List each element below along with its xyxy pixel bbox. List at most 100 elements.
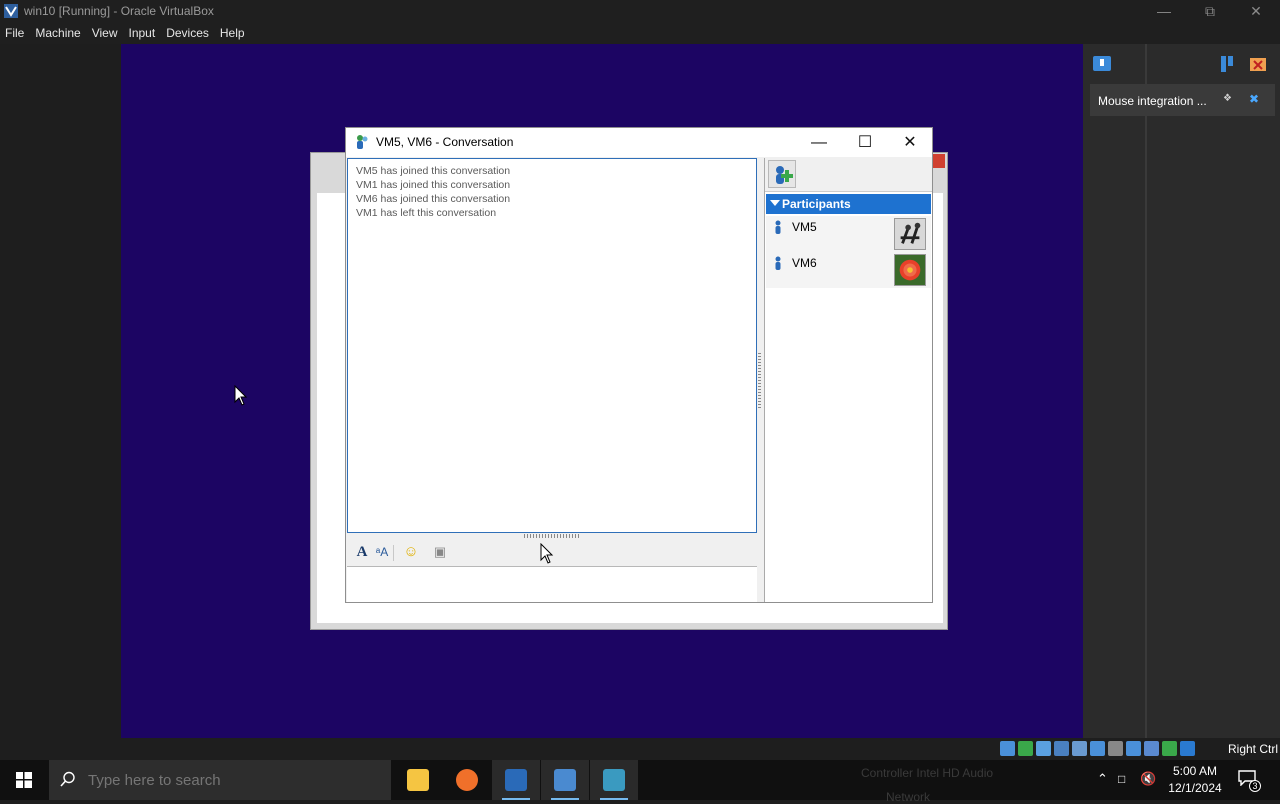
virtualbox-icon [4, 4, 18, 18]
minimize-button[interactable]: — [1141, 0, 1187, 23]
date: 12/1/2024 [1168, 781, 1222, 795]
close-button[interactable]: ✕ [1233, 0, 1279, 23]
participants-toolbar [765, 158, 932, 192]
mouse-cursor [234, 385, 248, 406]
shared-folders-icon[interactable] [1090, 741, 1105, 756]
emoticon-icon[interactable]: ☺ [402, 543, 420, 561]
menu-input[interactable]: Input [124, 23, 162, 40]
taskbar-messenger[interactable] [590, 760, 638, 800]
conversation-titlebar[interactable]: VM5, VM6 - Conversation — ☐ ✕ [346, 128, 932, 157]
app-10-icon [554, 769, 576, 791]
clock[interactable]: 5:00 AM 12/1/2024 [1160, 763, 1230, 797]
window-title: win10 [Running] - Oracle VirtualBox [24, 4, 214, 18]
start-button[interactable] [0, 760, 48, 800]
font-icon[interactable]: A [353, 543, 371, 561]
audio-icon[interactable] [1036, 741, 1051, 756]
compose-input[interactable] [347, 566, 757, 602]
status-icons [1000, 741, 1195, 757]
chevron-up-icon[interactable]: ⌃ [1097, 771, 1108, 787]
ghost-line: Network [886, 790, 931, 804]
participant-name: VM6 [792, 256, 817, 270]
taskbar-app-10[interactable] [541, 760, 589, 800]
person-icon [775, 220, 781, 234]
virtualbox-titlebar: win10 [Running] - Oracle VirtualBox — ⧉ … [0, 0, 1280, 23]
firefox-icon [456, 769, 478, 791]
mouse-cursor [540, 543, 554, 564]
participant-vm5[interactable]: VM5 [766, 216, 931, 252]
time: 5:00 AM [1172, 764, 1218, 778]
panel-divider [1145, 44, 1147, 738]
add-participant-button[interactable] [768, 160, 796, 188]
taskbar-firefox[interactable] [443, 760, 491, 800]
folder-icon [407, 769, 429, 791]
notice-text: Mouse integration ... [1098, 94, 1207, 108]
conv-maximize-button[interactable]: ☐ [842, 128, 888, 157]
vm-status-bar: Right Ctrl [0, 738, 1280, 760]
recording-icon[interactable] [1126, 741, 1141, 756]
flower-avatar [894, 254, 926, 286]
vm-side-panel: Mouse integration ... ❖ ✖ [1083, 44, 1280, 738]
messenger-icon [603, 769, 625, 791]
menu-devices[interactable]: Devices [161, 23, 215, 40]
conversation-title: VM5, VM6 - Conversation [376, 135, 514, 149]
horizontal-splitter[interactable] [524, 534, 579, 538]
host-key-label: Right Ctrl [1228, 742, 1279, 756]
pin-icon[interactable]: ❖ [1223, 93, 1232, 104]
windows-logo-icon [16, 772, 32, 788]
log-line: VM1 has left this conversation [356, 207, 497, 219]
menu-view[interactable]: View [87, 23, 124, 40]
text-color-icon[interactable]: ᵃA [373, 543, 391, 561]
search-icon [60, 771, 75, 787]
message-log[interactable]: VM5 has joined this conversation VM1 has… [347, 158, 757, 533]
taskbar: Controller Intel HD Audio Network ⌃ □ 🔇 … [0, 760, 1280, 804]
tray-ghost-text: Controller Intel HD Audio Network [858, 760, 1118, 804]
display-icon[interactable] [1108, 741, 1123, 756]
mouse-integration-notice[interactable]: Mouse integration ... ❖ ✖ [1090, 84, 1275, 116]
dismiss-icon[interactable]: ✖ [1249, 92, 1259, 106]
guest-additions-icon[interactable] [1162, 741, 1177, 756]
sort-icon[interactable] [1219, 55, 1235, 73]
participant-name: VM5 [792, 220, 817, 234]
participants-header[interactable]: Participants [766, 194, 931, 214]
menu-file[interactable]: File [0, 23, 30, 40]
notification-count: 3 [1249, 780, 1261, 792]
notifications-button[interactable]: 3 [1236, 768, 1261, 792]
vertical-splitter[interactable] [758, 353, 761, 408]
log-line: VM5 has joined this conversation [356, 165, 511, 177]
log-line: VM6 has joined this conversation [356, 193, 511, 205]
participant-vm6[interactable]: VM6 [766, 252, 931, 288]
visual-studio-icon [505, 769, 527, 791]
hard-disk-icon[interactable] [1000, 741, 1015, 756]
messenger-icon [357, 135, 368, 149]
usb-icon[interactable] [1072, 741, 1087, 756]
ghost-line: Controller Intel HD Audio [861, 766, 994, 780]
add-person-icon [776, 166, 793, 184]
conv-minimize-button[interactable]: — [796, 128, 842, 157]
collapse-arrow-icon [770, 200, 780, 206]
menu-machine[interactable]: Machine [30, 23, 86, 40]
menu-help[interactable]: Help [215, 23, 251, 40]
background-close-icon[interactable] [933, 154, 945, 168]
person-icon [775, 256, 781, 270]
taskbar-file-explorer[interactable] [394, 760, 442, 800]
participants-pane: Participants VM5 VM6 [764, 158, 932, 602]
save-icon[interactable]: ▣ [431, 543, 449, 561]
chess-pieces-avatar [894, 218, 926, 250]
host-key-icon[interactable] [1180, 741, 1195, 756]
menu-bar: File Machine View Input Devices Help [0, 23, 1280, 44]
toolbar-separator [393, 545, 394, 561]
restore-button[interactable]: ⧉ [1187, 0, 1233, 23]
taskbar-visual-studio[interactable] [492, 760, 540, 800]
conversation-window: VM5, VM6 - Conversation — ☐ ✕ VM5 has jo… [345, 127, 933, 603]
message-icon[interactable] [1092, 55, 1112, 75]
network-status-icon[interactable]: □ [1118, 772, 1125, 786]
log-line: VM1 has joined this conversation [356, 179, 511, 191]
conv-close-button[interactable]: ✕ [887, 128, 933, 157]
search-input[interactable] [49, 760, 391, 800]
optical-drive-icon[interactable] [1018, 741, 1033, 756]
speaker-muted-icon[interactable]: 🔇 [1140, 771, 1156, 787]
close-notifications-icon[interactable] [1249, 55, 1267, 73]
virtualization-icon[interactable] [1144, 741, 1159, 756]
network-icon[interactable] [1054, 741, 1069, 756]
participants-label: Participants [782, 197, 851, 211]
